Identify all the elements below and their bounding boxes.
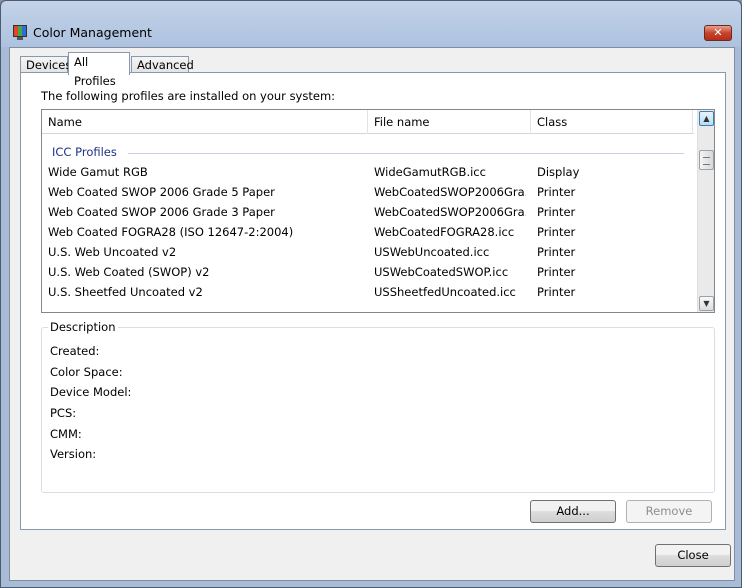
profile-name: Web Coated FOGRA28 (ISO 12647-2:2004) bbox=[48, 225, 294, 239]
profile-file: WebCoatedSWOP2006Gra... bbox=[374, 205, 526, 219]
column-header-class[interactable]: Class bbox=[537, 115, 567, 129]
table-row[interactable]: Web Coated SWOP 2006 Grade 5 Paper WebCo… bbox=[42, 182, 694, 202]
profile-class: Printer bbox=[537, 285, 576, 299]
table-row[interactable]: U.S. Sheetfed Uncoated v2 USSheetfedUnco… bbox=[42, 282, 694, 302]
color-management-icon bbox=[13, 25, 27, 40]
all-profiles-panel: The following profiles are installed on … bbox=[20, 72, 726, 530]
description-groupbox: Description Created: Color Space: Device… bbox=[41, 320, 715, 493]
profile-file: USWebUncoated.icc bbox=[374, 245, 490, 259]
intro-text: The following profiles are installed on … bbox=[41, 89, 336, 103]
scroll-down-icon[interactable]: ▼ bbox=[699, 296, 714, 311]
window-title: Color Management bbox=[33, 25, 152, 40]
group-divider bbox=[128, 153, 684, 154]
profile-class: Printer bbox=[537, 225, 576, 239]
version-label: Version: bbox=[50, 447, 97, 461]
table-row[interactable]: U.S. Web Uncoated v2 USWebUncoated.icc P… bbox=[42, 242, 694, 262]
profile-name: U.S. Web Coated (SWOP) v2 bbox=[48, 265, 210, 279]
profile-file: WebCoatedFOGRA28.icc bbox=[374, 225, 515, 239]
profile-class: Display bbox=[537, 165, 580, 179]
profile-name: Web Coated SWOP 2006 Grade 5 Paper bbox=[48, 185, 275, 199]
profile-file: WebCoatedSWOP2006Gra... bbox=[374, 185, 526, 199]
column-header-name[interactable]: Name bbox=[48, 115, 82, 129]
profiles-list[interactable]: Name File name Class ICC Profiles Wide G… bbox=[41, 109, 715, 313]
profile-name: U.S. Web Uncoated v2 bbox=[48, 245, 177, 259]
table-row[interactable]: Web Coated SWOP 2006 Grade 3 Paper WebCo… bbox=[42, 202, 694, 222]
column-header-file-name[interactable]: File name bbox=[374, 115, 430, 129]
remove-button[interactable]: Remove bbox=[626, 500, 712, 523]
title-bar[interactable]: Color Management ✕ bbox=[1, 1, 741, 47]
cmm-label: CMM: bbox=[50, 427, 82, 441]
scroll-thumb[interactable] bbox=[699, 150, 714, 170]
created-label: Created: bbox=[50, 344, 100, 358]
table-row[interactable]: U.S. Web Coated (SWOP) v2 USWebCoatedSWO… bbox=[42, 262, 694, 282]
profile-name: U.S. Sheetfed Uncoated v2 bbox=[48, 285, 203, 299]
color-space-label: Color Space: bbox=[50, 365, 123, 379]
profile-name: Web Coated SWOP 2006 Grade 3 Paper bbox=[48, 205, 275, 219]
profile-class: Printer bbox=[537, 245, 576, 259]
table-row[interactable]: Wide Gamut RGB WideGamutRGB.icc Display bbox=[42, 162, 694, 182]
tab-all-profiles[interactable]: All Profiles bbox=[68, 52, 130, 88]
close-button[interactable]: Close bbox=[655, 544, 731, 567]
dialog-client-area: Devices All Profiles Advanced The follow… bbox=[9, 47, 735, 581]
profile-file: WideGamutRGB.icc bbox=[374, 165, 486, 179]
device-model-label: Device Model: bbox=[50, 385, 132, 399]
scroll-up-icon[interactable]: ▲ bbox=[699, 111, 714, 126]
list-vertical-scrollbar[interactable]: ▲ ▼ bbox=[697, 110, 714, 312]
profile-class: Printer bbox=[537, 205, 576, 219]
profile-class: Printer bbox=[537, 185, 576, 199]
close-icon[interactable]: ✕ bbox=[704, 25, 732, 41]
profile-file: USWebCoatedSWOP.icc bbox=[374, 265, 509, 279]
add-button[interactable]: Add... bbox=[530, 500, 616, 523]
column-header-row: Name File name Class bbox=[42, 110, 694, 134]
pcs-label: PCS: bbox=[50, 406, 77, 420]
group-header-icc-profiles[interactable]: ICC Profiles bbox=[52, 145, 117, 159]
profile-file: USSheetfedUncoated.icc bbox=[374, 285, 516, 299]
profile-name: Wide Gamut RGB bbox=[48, 165, 148, 179]
profile-class: Printer bbox=[537, 265, 576, 279]
description-title: Description bbox=[48, 320, 118, 334]
color-management-window: Color Management ✕ Devices All Profiles … bbox=[0, 0, 742, 588]
table-row[interactable]: Web Coated FOGRA28 (ISO 12647-2:2004) We… bbox=[42, 222, 694, 242]
